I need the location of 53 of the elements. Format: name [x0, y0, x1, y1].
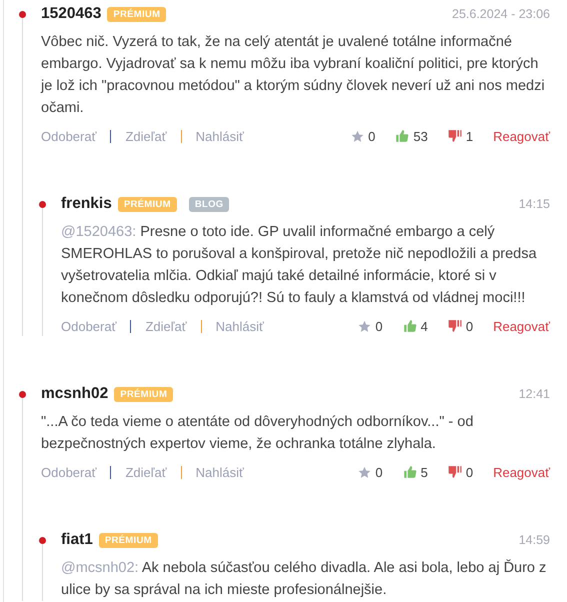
- mention-link[interactable]: @mcsnh02:: [61, 560, 139, 576]
- timestamp: 12:41: [518, 387, 550, 401]
- favorite-count: 0: [375, 464, 383, 480]
- action-link[interactable]: Zdieľať: [145, 318, 187, 334]
- premium-badge: PRÉMIUM: [118, 196, 177, 212]
- thumbs-up-icon[interactable]: [395, 129, 410, 143]
- comment-text: @1520463: Presne o toto ide. GP uvalil informačné embargo a celý SMEROHLAS to porušoval a konšpiroval, pretože nič nepodložili a predsa vyšetrovatelia mlčia. Odkiaľ majú také detailné informácie, ktoré si v konečnom dôsledku odporujú?! Sú to fauly a klamstvá od vládnej moci!!!: [61, 223, 538, 308]
- dislike-count: 1: [466, 128, 474, 144]
- thread-dot: [39, 537, 46, 544]
- premium-badge: PRÉMIUM: [98, 532, 158, 548]
- action-link[interactable]: Zdieľať: [125, 128, 167, 144]
- thumbs-down-icon[interactable]: [448, 465, 462, 479]
- favorite-count: 0: [375, 318, 383, 334]
- action-link[interactable]: Nahlásiť: [196, 128, 244, 144]
- premium-badge: PRÉMIUM: [107, 6, 166, 22]
- like-count: 5: [420, 464, 428, 480]
- username[interactable]: fiat1: [61, 531, 93, 549]
- like-count: 53: [413, 128, 428, 144]
- action-link[interactable]: Zdieľať: [125, 464, 167, 480]
- username[interactable]: frenkis: [61, 195, 112, 213]
- action-link[interactable]: Odoberať: [41, 128, 96, 144]
- like-count: 4: [420, 318, 428, 334]
- action-link[interactable]: Nahlásiť: [196, 464, 244, 480]
- thumbs-up-icon[interactable]: [402, 319, 417, 333]
- thumbs-down-icon[interactable]: [448, 319, 462, 333]
- comment-text: Vôbec nič. Vyzerá to tak, že na celý atentát je uvalené totálne informačné embargo. Vyjadrovať sa k nemu môžu iba vybraní koaliční politici, pre ktorých je lož ich "pracovnou metódou" a ktorým súdny človek neverí už ani nos medzi očami.: [41, 33, 546, 118]
- dislike-count: 0: [466, 318, 474, 334]
- username[interactable]: 1520463: [41, 5, 102, 23]
- star-icon[interactable]: [358, 466, 372, 478]
- premium-badge: PRÉMIUM: [114, 386, 174, 402]
- reply-link[interactable]: Reagovať: [493, 128, 550, 144]
- comment-text: "...A čo teda vieme o atentáte od dôveryhodných odborníkov..." - od bezpečnostných expertov vieme, že ochranka totálne zlyhala.: [41, 413, 474, 454]
- reply-link[interactable]: Reagovať: [493, 318, 550, 334]
- star-icon[interactable]: [351, 130, 364, 142]
- thumbs-up-icon[interactable]: [402, 465, 417, 479]
- star-icon[interactable]: [358, 320, 372, 332]
- thread-dot: [19, 11, 26, 18]
- thumbs-down-icon[interactable]: [448, 129, 462, 143]
- thread-dot: [19, 391, 26, 398]
- action-link[interactable]: Odoberať: [41, 464, 96, 480]
- dislike-count: 0: [466, 464, 474, 480]
- mention-link[interactable]: @1520463:: [61, 224, 136, 240]
- timestamp: 14:15: [518, 197, 550, 211]
- reply-link[interactable]: Reagovať: [493, 464, 550, 480]
- favorite-count: 0: [368, 128, 376, 144]
- comment-text: @mcsnh02: Ak nebola súčasťou celého divadla. Ale asi bola, lebo aj Ďuro z ulice by sa správal na ich mieste profesionálnejšie.: [61, 558, 548, 600]
- action-link[interactable]: Odoberať: [61, 318, 116, 334]
- timestamp: 25.6.2024 - 23:06: [452, 7, 550, 21]
- username[interactable]: mcsnh02: [41, 385, 108, 403]
- thread-dot: [39, 201, 46, 208]
- action-link[interactable]: Nahlásiť: [216, 318, 264, 334]
- blog-badge: BLOG: [188, 196, 230, 212]
- timestamp: 14:59: [518, 533, 550, 547]
